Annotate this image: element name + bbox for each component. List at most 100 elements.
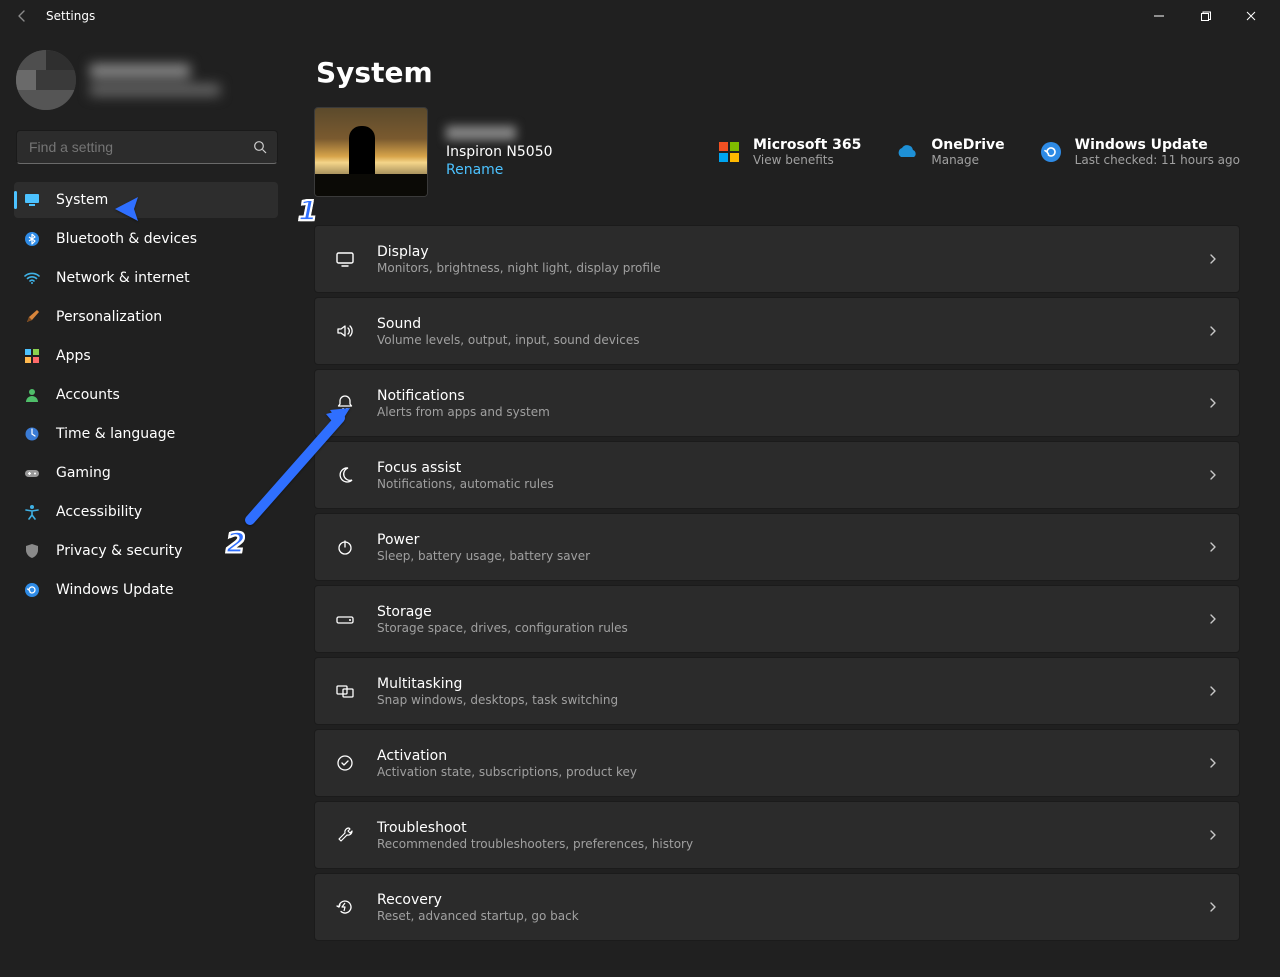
chevron-right-icon: [1207, 901, 1219, 913]
desktop-wallpaper-thumbnail[interactable]: [314, 107, 428, 197]
search-icon: [253, 140, 267, 154]
shield-icon: [24, 543, 40, 559]
search-input[interactable]: [27, 138, 253, 156]
back-button[interactable]: [6, 0, 38, 32]
chevron-right-icon: [1207, 685, 1219, 697]
sidebar-item-label: System: [56, 192, 108, 208]
power-icon: [335, 537, 355, 557]
sidebar-item-label: Accounts: [56, 387, 120, 403]
sidebar-item-label: Privacy & security: [56, 543, 182, 559]
sidebar-item-bluetooth[interactable]: Bluetooth & devices: [14, 221, 278, 257]
sidebar-item-privacy[interactable]: Privacy & security: [14, 533, 278, 569]
sidebar-item-label: Personalization: [56, 309, 162, 325]
tile-sub: Last checked: 11 hours ago: [1075, 153, 1240, 167]
card-multitasking[interactable]: Multitasking Snap windows, desktops, tas…: [314, 657, 1240, 725]
user-name: [90, 64, 220, 96]
card-sub: Recommended troubleshooters, preferences…: [377, 837, 693, 851]
sidebar-item-accounts[interactable]: Accounts: [14, 377, 278, 413]
main: System Inspiron N5050 Rename Microsoft 3…: [300, 32, 1280, 977]
tile-label: OneDrive: [931, 137, 1004, 153]
card-title: Sound: [377, 316, 639, 332]
accessibility-icon: [24, 504, 40, 520]
brush-icon: [24, 309, 40, 325]
tile-label: Microsoft 365: [753, 137, 861, 153]
card-sub: Reset, advanced startup, go back: [377, 909, 579, 923]
device-name: [446, 126, 516, 140]
card-display[interactable]: Display Monitors, brightness, night ligh…: [314, 225, 1240, 293]
chevron-right-icon: [1207, 541, 1219, 553]
card-sound[interactable]: Sound Volume levels, output, input, soun…: [314, 297, 1240, 365]
card-sub: Sleep, battery usage, battery saver: [377, 549, 590, 563]
sidebar-item-accessibility[interactable]: Accessibility: [14, 494, 278, 530]
storage-icon: [335, 609, 355, 629]
chevron-right-icon: [1207, 757, 1219, 769]
onedrive-icon: [895, 140, 919, 164]
sidebar-item-label: Windows Update: [56, 582, 174, 598]
card-title: Multitasking: [377, 676, 618, 692]
titlebar: Settings: [0, 0, 1280, 32]
display-icon: [335, 249, 355, 269]
chevron-right-icon: [1207, 325, 1219, 337]
person-icon: [24, 387, 40, 403]
card-troubleshoot[interactable]: Troubleshoot Recommended troubleshooters…: [314, 801, 1240, 869]
tile-windows-update[interactable]: Windows Update Last checked: 11 hours ag…: [1039, 137, 1240, 167]
card-storage[interactable]: Storage Storage space, drives, configura…: [314, 585, 1240, 653]
wifi-icon: [24, 270, 40, 286]
sidebar-item-gaming[interactable]: Gaming: [14, 455, 278, 491]
card-title: Recovery: [377, 892, 579, 908]
wrench-icon: [335, 825, 355, 845]
card-title: Storage: [377, 604, 628, 620]
card-sub: Monitors, brightness, night light, displ…: [377, 261, 661, 275]
bluetooth-icon: [24, 231, 40, 247]
search-box[interactable]: [16, 130, 278, 164]
card-sub: Activation state, subscriptions, product…: [377, 765, 637, 779]
tile-sub: View benefits: [753, 153, 861, 167]
window-title: Settings: [46, 9, 95, 23]
sidebar-item-label: Network & internet: [56, 270, 190, 286]
tile-sub: Manage: [931, 153, 1004, 167]
apps-icon: [24, 348, 40, 364]
tile-onedrive[interactable]: OneDrive Manage: [895, 137, 1004, 167]
tile-microsoft-365[interactable]: Microsoft 365 View benefits: [717, 137, 861, 167]
check-circle-icon: [335, 753, 355, 773]
avatar: [16, 50, 76, 110]
card-sub: Alerts from apps and system: [377, 405, 550, 419]
sidebar-item-label: Time & language: [56, 426, 175, 442]
window-minimize[interactable]: [1136, 0, 1182, 32]
card-sub: Notifications, automatic rules: [377, 477, 554, 491]
sidebar-item-apps[interactable]: Apps: [14, 338, 278, 374]
window-maximize[interactable]: [1182, 0, 1228, 32]
card-title: Activation: [377, 748, 637, 764]
sidebar-item-system[interactable]: System: [14, 182, 278, 218]
card-focus-assist[interactable]: Focus assist Notifications, automatic ru…: [314, 441, 1240, 509]
card-sub: Storage space, drives, configuration rul…: [377, 621, 628, 635]
card-title: Focus assist: [377, 460, 554, 476]
sidebar-item-personalization[interactable]: Personalization: [14, 299, 278, 335]
clock-globe-icon: [24, 426, 40, 442]
sidebar-item-time-language[interactable]: Time & language: [14, 416, 278, 452]
card-sub: Volume levels, output, input, sound devi…: [377, 333, 639, 347]
sidebar-item-network[interactable]: Network & internet: [14, 260, 278, 296]
device-info: Inspiron N5050 Rename: [446, 126, 553, 178]
rename-link[interactable]: Rename: [446, 162, 553, 178]
update-icon: [1039, 140, 1063, 164]
sidebar-item-windows-update[interactable]: Windows Update: [14, 572, 278, 608]
card-activation[interactable]: Activation Activation state, subscriptio…: [314, 729, 1240, 797]
monitor-icon: [24, 192, 40, 208]
card-notifications[interactable]: Notifications Alerts from apps and syste…: [314, 369, 1240, 437]
card-title: Notifications: [377, 388, 550, 404]
chevron-right-icon: [1207, 397, 1219, 409]
user-block[interactable]: [0, 50, 300, 120]
sidebar: System Bluetooth & devices Network & int…: [0, 32, 300, 977]
card-power[interactable]: Power Sleep, battery usage, battery save…: [314, 513, 1240, 581]
card-title: Troubleshoot: [377, 820, 693, 836]
window-close[interactable]: [1228, 0, 1274, 32]
multitask-icon: [335, 681, 355, 701]
recovery-icon: [335, 897, 355, 917]
arrow-left-icon: [15, 9, 29, 23]
sidebar-item-label: Bluetooth & devices: [56, 231, 197, 247]
card-title: Display: [377, 244, 661, 260]
sidebar-item-label: Accessibility: [56, 504, 142, 520]
card-recovery[interactable]: Recovery Reset, advanced startup, go bac…: [314, 873, 1240, 941]
tile-label: Windows Update: [1075, 137, 1240, 153]
